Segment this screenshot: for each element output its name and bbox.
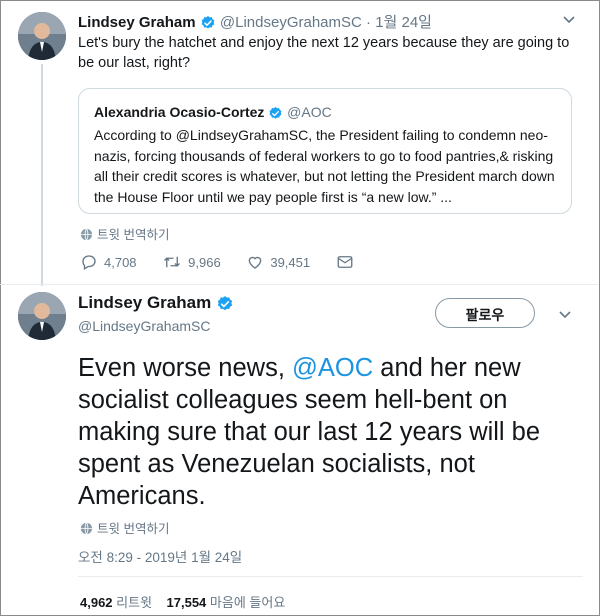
globe-icon <box>80 228 93 241</box>
author-handle[interactable]: @LindseyGrahamSC <box>220 14 362 31</box>
like-stat-label: 마음에 들어요 <box>209 595 286 610</box>
author-name[interactable]: Lindsey Graham <box>78 14 196 31</box>
tweet-timestamp[interactable]: 오전 8:29 - 2019년 1월 24일 <box>78 546 242 566</box>
main-tweet-text: Even worse news, @AOC and her new social… <box>78 352 578 512</box>
header-separator: · <box>366 14 372 31</box>
reply-count: 4,708 <box>104 255 137 270</box>
tweet-divider <box>0 284 598 285</box>
reply-tweet-header: Lindsey Graham @LindseyGrahamSC · 1월 24일 <box>78 11 432 32</box>
translate-label: 트윗 번역하기 <box>97 228 170 242</box>
chevron-down-icon[interactable] <box>562 12 576 31</box>
retweet-button[interactable]: 9,966 <box>162 253 221 271</box>
author-handle[interactable]: @LindseyGrahamSC <box>78 318 211 334</box>
reply-tweet-actions: 4,708 9,966 39,451 <box>80 253 382 271</box>
translate-tweet-link[interactable]: 트윗 번역하기 <box>80 518 169 537</box>
main-author-name-row: Lindsey Graham <box>78 293 234 313</box>
translate-label: 트윗 번역하기 <box>97 522 170 536</box>
retweet-stat-count: 4,962 <box>80 595 113 610</box>
verified-badge-icon <box>201 16 215 29</box>
tweet-stats: 4,962 리트윗 17,554 마음에 들어요 <box>80 592 285 611</box>
quoted-author-name: Alexandria Ocasio-Cortez <box>94 104 265 120</box>
tweet-date[interactable]: 1월 24일 <box>375 14 432 31</box>
verified-badge-icon <box>269 106 282 119</box>
chevron-down-icon[interactable] <box>558 307 572 326</box>
follow-button[interactable]: 팔로우 <box>435 298 535 328</box>
heart-icon <box>249 256 262 269</box>
stats-divider <box>78 576 583 577</box>
direct-message-button[interactable] <box>336 253 360 271</box>
like-count: 39,451 <box>270 255 311 270</box>
translate-tweet-link[interactable]: 트윗 번역하기 <box>80 224 169 243</box>
author-name[interactable]: Lindsey Graham <box>78 293 211 312</box>
globe-icon <box>80 522 93 535</box>
quoted-tweet-header: Alexandria Ocasio-Cortez @AOC <box>94 104 332 121</box>
avatar-photo-icon <box>18 292 66 340</box>
reply-tweet-text: Let's bury the hatchet and enjoy the nex… <box>78 35 570 71</box>
mention-link[interactable]: @AOC <box>292 354 373 382</box>
reply-button[interactable]: 4,708 <box>80 253 137 271</box>
quoted-tweet-text: According to @LindseyGrahamSC, the Presi… <box>94 127 555 205</box>
avatar[interactable] <box>18 292 66 340</box>
like-stat-count: 17,554 <box>166 595 207 610</box>
avatar-photo-icon <box>18 12 66 60</box>
like-button[interactable]: 39,451 <box>246 253 310 271</box>
thread-connector-line <box>41 64 43 286</box>
quoted-tweet-card[interactable]: Alexandria Ocasio-Cortez @AOC According … <box>78 88 572 214</box>
retweet-count: 9,966 <box>188 255 221 270</box>
retweet-icon <box>164 256 181 268</box>
reply-icon <box>82 255 96 270</box>
retweet-stat[interactable]: 4,962 리트윗 <box>80 595 152 610</box>
verified-badge-icon <box>217 295 233 310</box>
like-stat[interactable]: 17,554 마음에 들어요 <box>167 595 286 610</box>
retweet-stat-label: 리트윗 <box>116 595 153 610</box>
avatar[interactable] <box>18 12 66 60</box>
envelope-icon <box>337 256 353 268</box>
quoted-author-handle: @AOC <box>287 104 332 120</box>
tweet-text-start: Even worse news, <box>78 354 293 382</box>
